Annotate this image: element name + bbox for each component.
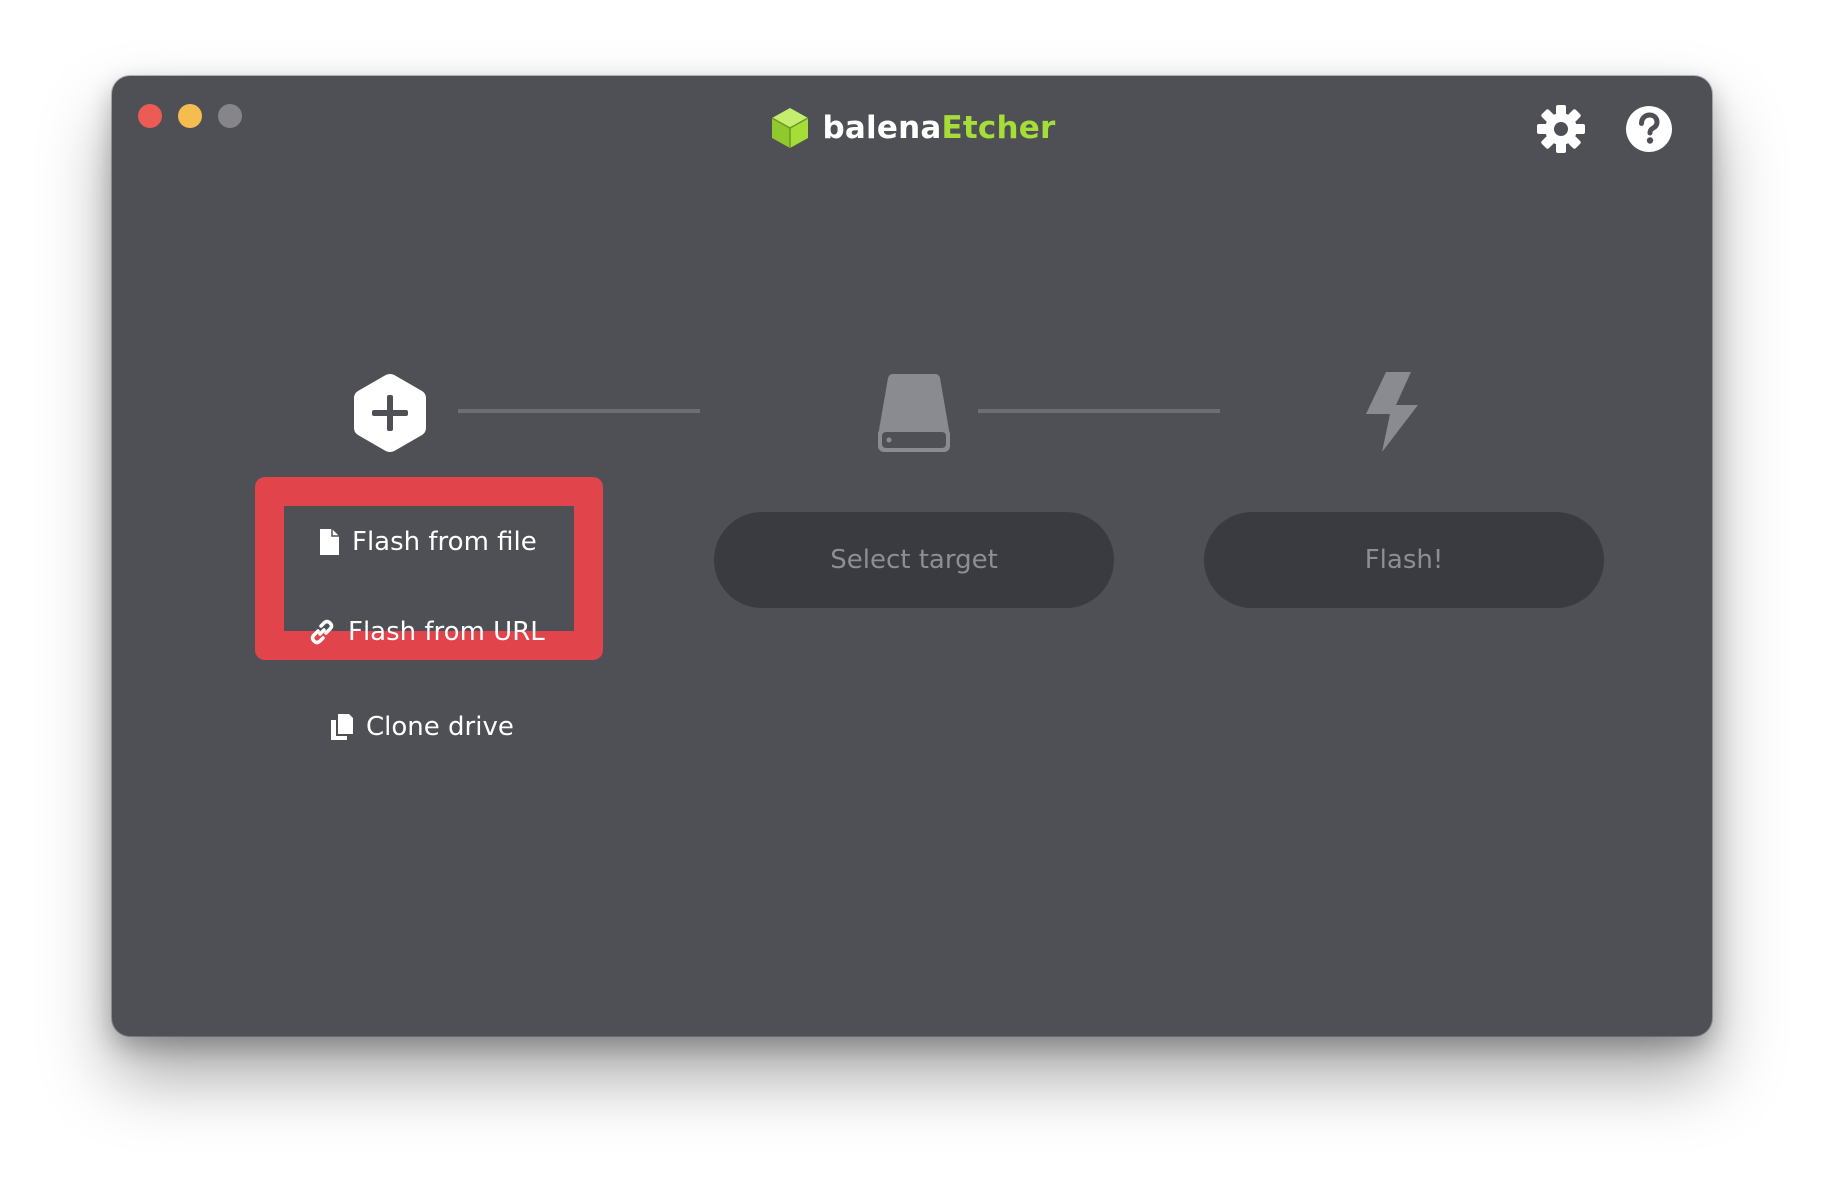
flash-label: Flash! <box>1364 545 1444 575</box>
step-connector <box>978 409 1220 413</box>
clone-drive-label: Clone drive <box>366 712 514 742</box>
select-target-label: Select target <box>830 545 998 575</box>
file-icon <box>320 529 339 555</box>
brand-name-part2: Etcher <box>941 110 1056 146</box>
plus-hexagon-icon <box>354 374 426 452</box>
step-connector <box>458 409 700 413</box>
select-target-button[interactable]: Select target <box>714 512 1114 608</box>
gear-icon[interactable] <box>1536 104 1586 154</box>
help-icon[interactable] <box>1624 104 1674 154</box>
lightning-icon <box>1366 372 1418 452</box>
flash-from-file-label: Flash from file <box>352 527 537 557</box>
brand-wordmark: balenaEtcher <box>823 110 1056 146</box>
balena-cube-icon <box>771 108 808 148</box>
drive-icon <box>878 374 950 452</box>
flash-button[interactable]: Flash! <box>1204 512 1604 608</box>
link-icon <box>310 619 334 645</box>
app-brand: balenaEtcher <box>112 104 1712 152</box>
flash-from-file-button[interactable]: Flash from file <box>318 522 537 562</box>
clone-drive-button[interactable]: Clone drive <box>330 707 514 747</box>
etcher-window: balenaEtcher Flash from file Flash from … <box>112 76 1712 1036</box>
flash-from-url-button[interactable]: Flash from URL <box>308 612 545 652</box>
copy-icon <box>331 714 353 740</box>
flash-from-url-label: Flash from URL <box>348 617 545 647</box>
brand-name-part1: balena <box>822 110 942 146</box>
